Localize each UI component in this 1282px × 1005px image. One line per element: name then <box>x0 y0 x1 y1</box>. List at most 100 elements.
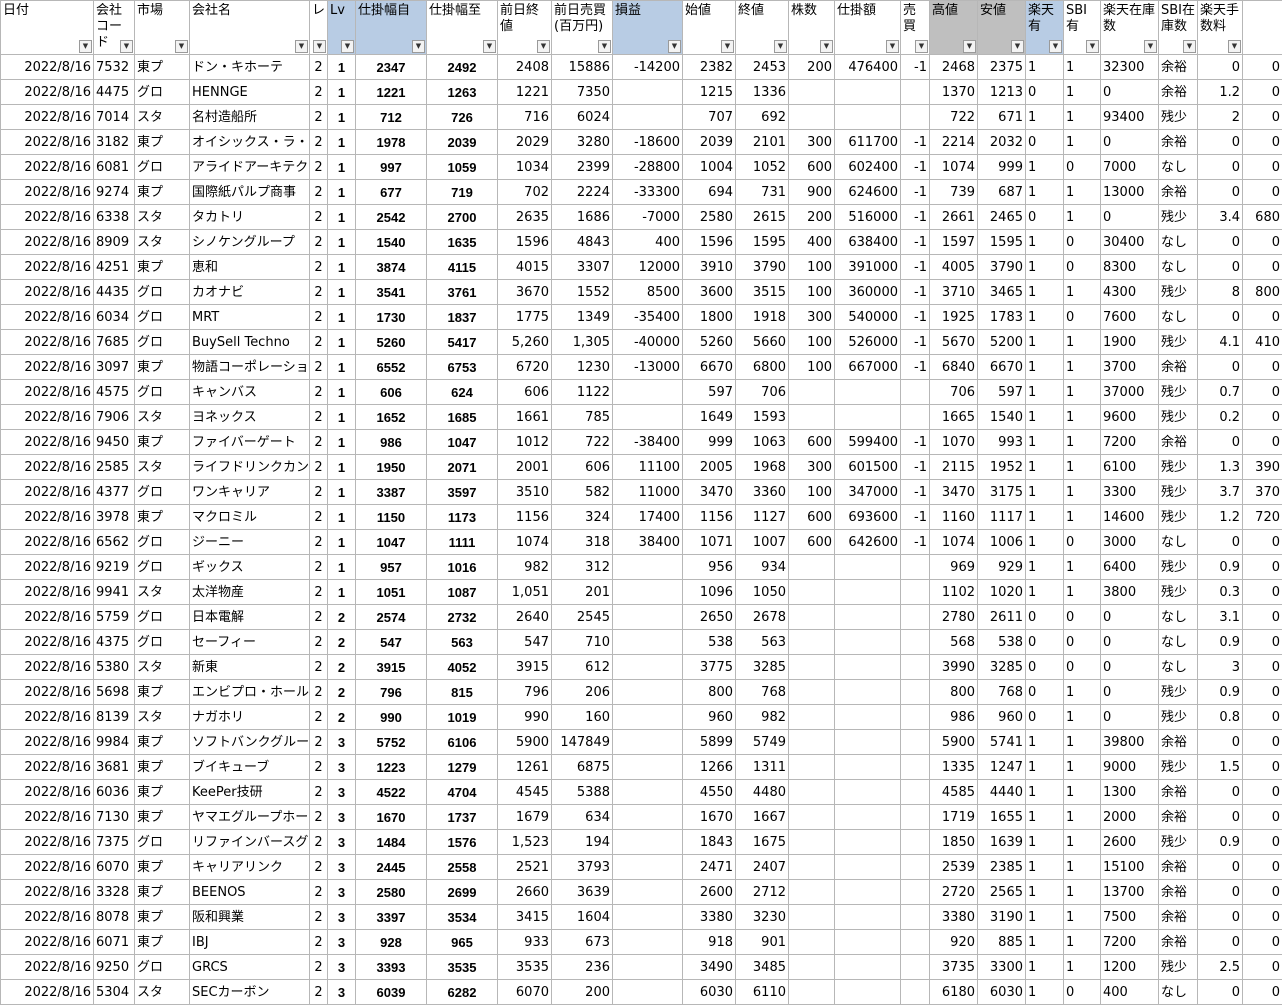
table-cell[interactable]: 3485 <box>735 954 789 980</box>
table-cell[interactable]: 3534 <box>426 904 498 930</box>
table-cell[interactable]: 6840 <box>929 354 978 380</box>
table-cell[interactable] <box>788 854 835 880</box>
table-cell[interactable]: 6753 <box>426 354 498 380</box>
table-cell[interactable]: 東プ <box>134 54 190 80</box>
table-cell[interactable]: 1 <box>1025 729 1064 755</box>
table-cell[interactable]: 東プ <box>134 254 190 280</box>
table-cell[interactable]: 300 <box>788 129 835 155</box>
table-cell[interactable]: 6338 <box>93 204 135 230</box>
table-cell[interactable]: 2 <box>309 979 328 1005</box>
table-cell[interactable]: -1 <box>900 454 930 480</box>
table-cell[interactable]: 1 <box>1063 929 1101 955</box>
table-cell[interactable]: 30400 <box>1100 229 1159 255</box>
table-cell[interactable]: 100 <box>788 329 835 355</box>
table-cell[interactable]: 1 <box>1025 54 1064 80</box>
table-cell[interactable]: 999 <box>682 429 736 455</box>
table-cell[interactable]: 余裕 <box>1158 54 1198 80</box>
table-cell[interactable]: 2468 <box>929 54 978 80</box>
table-cell[interactable]: 2382 <box>682 54 736 80</box>
table-cell[interactable] <box>612 854 683 880</box>
table-cell[interactable]: 0 <box>1242 579 1282 605</box>
filter-dropdown-icon[interactable]: ▼ <box>1086 40 1099 53</box>
table-cell[interactable]: 0.9 <box>1197 629 1243 655</box>
table-cell[interactable]: 1074 <box>929 154 978 180</box>
table-cell[interactable]: 8139 <box>93 704 135 730</box>
table-cell[interactable]: 1230 <box>551 354 613 380</box>
table-cell[interactable]: 新東 <box>189 654 310 680</box>
table-cell[interactable]: 0 <box>1242 854 1282 880</box>
filter-dropdown-icon[interactable]: ▼ <box>774 40 787 53</box>
table-cell[interactable]: 1593 <box>735 404 789 430</box>
table-cell[interactable]: 1070 <box>929 429 978 455</box>
table-cell[interactable] <box>834 554 901 580</box>
table-cell[interactable]: 918 <box>682 929 736 955</box>
table-cell[interactable]: 0 <box>1197 779 1243 805</box>
table-cell[interactable]: 2700 <box>426 204 498 230</box>
table-cell[interactable]: 3515 <box>735 279 789 305</box>
table-cell[interactable]: 1 <box>1025 879 1064 905</box>
table-cell[interactable]: 3000 <box>1100 529 1159 555</box>
table-cell[interactable] <box>900 804 930 830</box>
table-cell[interactable]: 400 <box>788 229 835 255</box>
table-cell[interactable]: 0 <box>1242 179 1282 205</box>
table-cell[interactable]: 2039 <box>682 129 736 155</box>
table-cell[interactable]: 0 <box>1242 979 1282 1005</box>
table-cell[interactable]: 706 <box>929 379 978 405</box>
table-cell[interactable]: 1051 <box>355 579 427 605</box>
table-cell[interactable]: 2 <box>309 504 328 530</box>
table-cell[interactable]: 2 <box>309 954 328 980</box>
table-cell[interactable]: グロ <box>134 604 190 630</box>
table-cell[interactable]: 1 <box>327 429 356 455</box>
table-cell[interactable]: グロ <box>134 379 190 405</box>
table-cell[interactable]: 726 <box>426 104 498 130</box>
table-cell[interactable]: -14200 <box>612 54 683 80</box>
table-cell[interactable]: 7350 <box>551 79 613 105</box>
table-cell[interactable]: 14600 <box>1100 504 1159 530</box>
table-cell[interactable] <box>834 579 901 605</box>
table-cell[interactable]: 2453 <box>735 54 789 80</box>
table-cell[interactable]: 667000 <box>834 354 901 380</box>
table-cell[interactable]: 0 <box>1197 529 1243 555</box>
table-cell[interactable] <box>612 904 683 930</box>
table-cell[interactable]: 3639 <box>551 879 613 905</box>
table-cell[interactable]: 400 <box>612 229 683 255</box>
table-cell[interactable]: 1 <box>1025 304 1064 330</box>
table-cell[interactable]: 2399 <box>551 154 613 180</box>
table-cell[interactable]: 1300 <box>1100 779 1159 805</box>
table-cell[interactable] <box>834 729 901 755</box>
table-cell[interactable]: 1 <box>1063 904 1101 930</box>
table-cell[interactable]: 0 <box>1197 804 1243 830</box>
table-cell[interactable] <box>900 104 930 130</box>
table-cell[interactable]: 3670 <box>497 279 552 305</box>
table-cell[interactable] <box>834 904 901 930</box>
table-cell[interactable]: 1.2 <box>1197 504 1243 530</box>
table-cell[interactable]: 3 <box>327 954 356 980</box>
table-cell[interactable]: 100 <box>788 254 835 280</box>
table-cell[interactable]: 719 <box>426 179 498 205</box>
table-cell[interactable]: 100 <box>788 479 835 505</box>
table-cell[interactable]: 4575 <box>93 379 135 405</box>
table-cell[interactable]: スタ <box>134 229 190 255</box>
table-cell[interactable]: 2407 <box>735 854 789 880</box>
table-cell[interactable]: 7375 <box>93 829 135 855</box>
table-cell[interactable]: 2 <box>309 604 328 630</box>
table-cell[interactable]: 2 <box>309 429 328 455</box>
table-cell[interactable]: -1 <box>900 54 930 80</box>
table-cell[interactable]: 2 <box>309 354 328 380</box>
table-cell[interactable]: 残少 <box>1158 679 1198 705</box>
table-cell[interactable]: 1925 <box>929 304 978 330</box>
table-cell[interactable]: 6070 <box>497 979 552 1005</box>
table-cell[interactable]: 阪和興業 <box>189 904 310 930</box>
table-cell[interactable]: 2.5 <box>1197 954 1243 980</box>
table-cell[interactable]: 1837 <box>426 304 498 330</box>
table-cell[interactable]: 残少 <box>1158 104 1198 130</box>
table-cell[interactable]: 982 <box>497 554 552 580</box>
table-cell[interactable]: 993 <box>977 429 1026 455</box>
table-cell[interactable]: 余裕 <box>1158 779 1198 805</box>
filter-dropdown-icon[interactable]: ▼ <box>820 40 833 53</box>
table-cell[interactable]: 2022/8/16 <box>0 679 94 705</box>
table-cell[interactable]: 0 <box>1025 79 1064 105</box>
table-cell[interactable]: 960 <box>682 704 736 730</box>
table-cell[interactable]: 710 <box>551 629 613 655</box>
table-cell[interactable]: 0 <box>1100 79 1159 105</box>
